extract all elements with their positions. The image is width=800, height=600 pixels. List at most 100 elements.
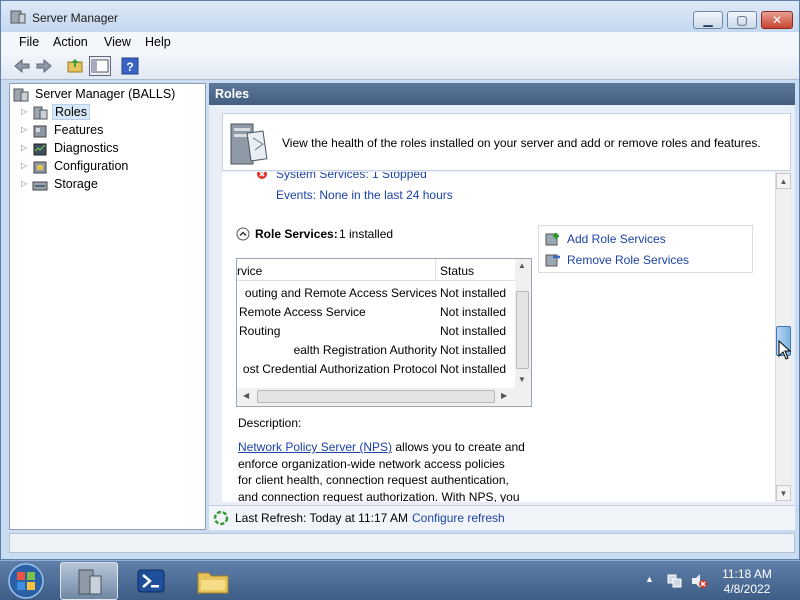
window-title: Server Manager	[32, 11, 119, 25]
powershell-icon	[137, 569, 165, 593]
scroll-up-arrow-icon[interactable]: ▲	[776, 173, 791, 189]
refresh-status-bar: Last Refresh: Today at 11:17 AM Configur…	[209, 505, 795, 530]
menu-file[interactable]: File	[19, 35, 39, 49]
nps-link[interactable]: Network Policy Server (NPS)	[238, 440, 392, 454]
tree-item-label: Features	[54, 123, 104, 137]
taskbar-explorer[interactable]	[184, 562, 242, 600]
close-button[interactable]: ✕	[761, 11, 793, 29]
table-row[interactable]: ost Credential Authorization Protocol No…	[237, 360, 515, 379]
system-services-link[interactable]: System Services: 1 Stopped	[276, 172, 427, 181]
taskbar-powershell[interactable]	[122, 562, 180, 600]
tree-item-storage[interactable]: ▷ Storage	[10, 176, 205, 194]
scroll-corner	[515, 388, 531, 406]
table-row[interactable]: Remote Access Service Not installed	[237, 303, 515, 322]
column-divider[interactable]	[435, 259, 436, 281]
title-bar[interactable]: Server Manager ▁ ▢ ✕	[1, 1, 799, 32]
description-line: and connection request authorization. Wi…	[238, 489, 520, 503]
menu-help[interactable]: Help	[145, 35, 171, 49]
up-folder-icon[interactable]	[66, 57, 84, 75]
scroll-right-arrow-icon[interactable]: ▶	[501, 391, 507, 400]
tree-item-diagnostics[interactable]: ▷ Diagnostics	[10, 140, 205, 158]
help-icon[interactable]: ?	[121, 57, 139, 75]
minimize-icon: ▁	[703, 13, 713, 27]
menu-bar: File Action View Help	[1, 32, 799, 53]
role-service-name: outing and Remote Access Services	[244, 286, 437, 300]
role-services-actions: Add Role Services Remove Role Services	[538, 225, 753, 273]
tree-item-configuration[interactable]: ▷ Configuration	[10, 158, 205, 176]
remove-role-services-icon	[545, 254, 560, 267]
list-hscroll-thumb[interactable]	[257, 390, 495, 403]
volume-muted-icon[interactable]	[690, 572, 708, 590]
clock-time: 11:18 AM	[722, 567, 772, 581]
expand-icon[interactable]: ▷	[21, 179, 29, 188]
refresh-icon[interactable]	[213, 510, 229, 526]
table-row[interactable]: Routing Not installed	[237, 322, 515, 341]
system-clock[interactable]: 11:18 AM 4/8/2022	[712, 567, 782, 597]
expand-icon[interactable]: ▷	[21, 161, 29, 170]
scroll-left-arrow-icon[interactable]: ◀	[243, 391, 249, 400]
role-service-status: Not installed	[440, 305, 507, 319]
network-icon[interactable]	[666, 572, 684, 590]
start-button-icon[interactable]	[6, 562, 46, 600]
close-icon: ✕	[771, 13, 783, 27]
role-services-count: 1 installed	[339, 227, 394, 241]
roles-server-icon	[230, 123, 268, 165]
pane-header: Roles	[209, 83, 795, 105]
role-service-status: Not installed	[440, 362, 507, 376]
tree-root[interactable]: Server Manager (BALLS)	[10, 86, 205, 104]
toolbar: ?	[1, 53, 799, 80]
expand-icon[interactable]: ▷	[21, 125, 29, 134]
taskbar: ▲ 11:18 AM 4/8/2022	[0, 560, 800, 600]
last-refresh-text: Last Refresh: Today at 11:17 AM	[235, 511, 408, 525]
tree-item-label: Diagnostics	[54, 141, 119, 155]
description-line: for client health, connection request au…	[238, 473, 509, 487]
column-header-role-service[interactable]: rvice	[237, 264, 262, 278]
role-service-status: Not installed	[440, 343, 507, 357]
scroll-down-arrow-icon[interactable]: ▼	[776, 485, 791, 501]
folder-icon	[197, 572, 229, 594]
expand-icon[interactable]: ▷	[21, 143, 29, 152]
description-line: allows you to create and	[395, 440, 525, 454]
maximize-button[interactable]: ▢	[727, 11, 757, 29]
taskbar-server-manager[interactable]	[60, 562, 118, 600]
diagnostics-icon	[33, 143, 47, 156]
scroll-down-arrow-icon[interactable]: ▼	[518, 375, 526, 384]
menu-action[interactable]: Action	[53, 35, 88, 49]
tree-root-label: Server Manager (BALLS)	[35, 87, 176, 101]
show-hidden-icons-icon[interactable]: ▲	[645, 574, 654, 584]
menu-view[interactable]: View	[104, 35, 131, 49]
expand-icon[interactable]: ▷	[21, 107, 29, 116]
column-header-status[interactable]: Status	[440, 264, 474, 278]
table-row[interactable]: outing and Remote Access Services Not in…	[237, 284, 515, 303]
events-link[interactable]: Events: None in the last 24 hours	[276, 188, 453, 202]
minimize-button[interactable]: ▁	[693, 11, 723, 29]
tree-item-features[interactable]: ▷ Features	[10, 122, 205, 140]
description-text: Network Policy Server (NPS) allows you t…	[238, 439, 525, 502]
list-vertical-scrollbar[interactable]: ▲ ▼	[515, 259, 531, 388]
clock-date: 4/8/2022	[723, 582, 771, 596]
scroll-up-arrow-icon[interactable]: ▲	[518, 261, 526, 270]
results-pane: View the health of the roles installed o…	[209, 105, 795, 530]
tree-item-roles[interactable]: ▷ Roles	[10, 104, 205, 122]
tree-item-label: Storage	[54, 177, 98, 191]
back-arrow-icon[interactable]	[13, 57, 31, 75]
show-hide-console-tree-icon[interactable]	[89, 56, 111, 76]
list-horizontal-scrollbar[interactable]: ◀ ▶	[237, 388, 515, 406]
roles-icon	[33, 106, 48, 120]
role-service-name: Routing	[239, 324, 281, 338]
forward-arrow-icon[interactable]	[35, 57, 53, 75]
list-scroll-thumb[interactable]	[516, 291, 529, 369]
role-service-status: Not installed	[440, 324, 507, 338]
pane-vertical-scrollbar[interactable]: ▲ ▼	[775, 172, 792, 502]
role-services-label: Role Services:	[255, 227, 338, 241]
collapse-icon[interactable]	[236, 227, 250, 241]
add-role-services-link[interactable]: Add Role Services	[567, 232, 666, 246]
console-tree: Server Manager (BALLS) ▷ Roles ▷ Feature…	[9, 83, 206, 530]
configure-refresh-link[interactable]: Configure refresh	[412, 511, 505, 525]
configuration-icon	[33, 161, 47, 174]
table-row[interactable]: ealth Registration Authority Not install…	[237, 341, 515, 360]
window-status-bar	[9, 533, 795, 553]
remove-role-services-link[interactable]: Remove Role Services	[567, 253, 689, 267]
role-service-name: Remote Access Service	[239, 305, 366, 319]
storage-icon	[32, 181, 48, 191]
